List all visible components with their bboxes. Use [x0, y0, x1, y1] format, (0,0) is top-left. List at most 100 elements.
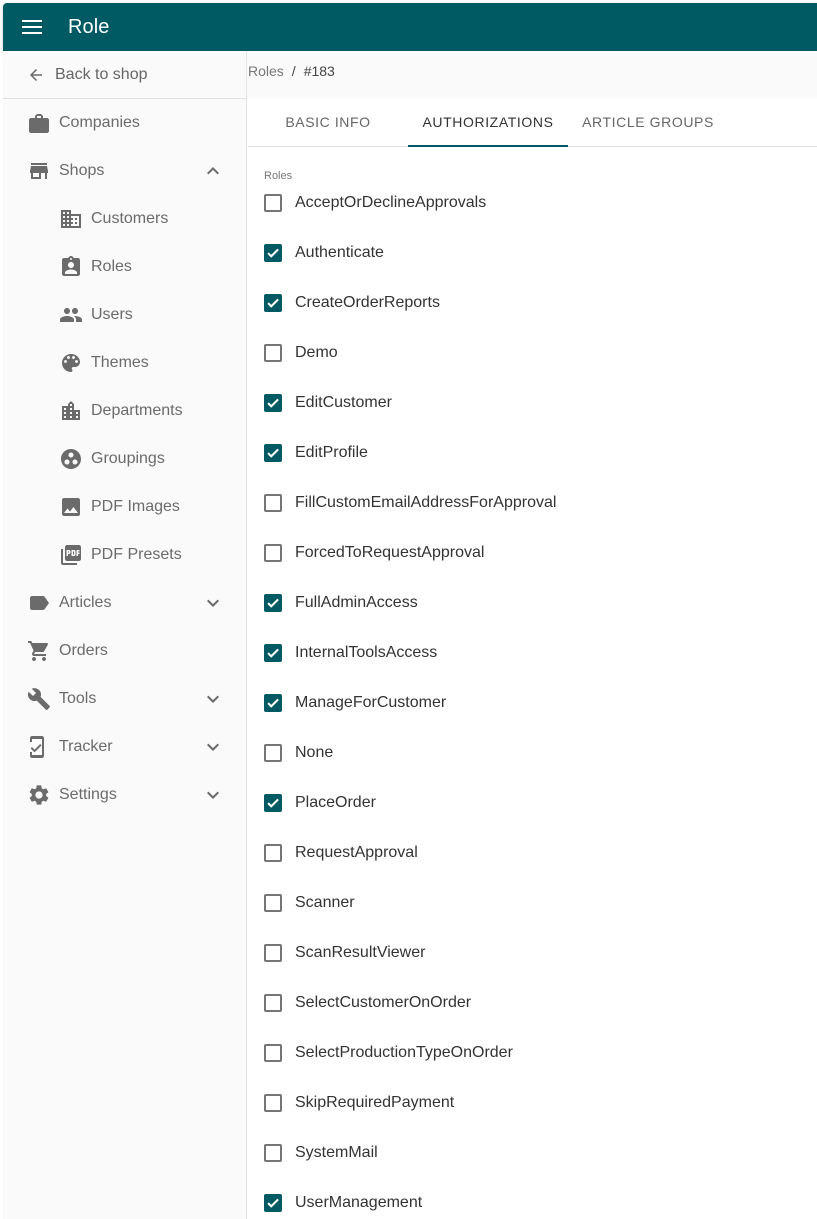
role-label: ScanResultViewer	[295, 944, 426, 961]
checkbox-checked[interactable]	[264, 1194, 282, 1212]
role-label: EditProfile	[295, 444, 368, 461]
sidebar-item-companies[interactable]: Companies	[3, 99, 246, 147]
pdf-icon	[59, 543, 83, 567]
checkbox-unchecked[interactable]	[264, 944, 282, 962]
role-label: FullAdminAccess	[295, 594, 418, 611]
sidebar-item-departments[interactable]: Departments	[3, 387, 246, 435]
sidebar-item-label: Tools	[59, 690, 97, 707]
checkbox-unchecked[interactable]	[264, 1144, 282, 1162]
checkbox-unchecked[interactable]	[264, 194, 282, 212]
sidebar-item-tools[interactable]: Tools	[3, 675, 246, 723]
sidebar-item-pdf-images[interactable]: PDF Images	[3, 483, 246, 531]
role-checkbox-row[interactable]: PlaceOrder	[264, 778, 804, 828]
role-label: None	[295, 744, 334, 761]
checkbox-checked[interactable]	[264, 244, 282, 262]
checkbox-unchecked[interactable]	[264, 344, 282, 362]
sidebar-item-label: Roles	[91, 258, 132, 275]
checkbox-unchecked[interactable]	[264, 544, 282, 562]
role-checkbox-row[interactable]: RequestApproval	[264, 828, 804, 878]
checkbox-checked[interactable]	[264, 294, 282, 312]
sidebar-item-users[interactable]: Users	[3, 291, 246, 339]
role-checkbox-row[interactable]: EditProfile	[264, 428, 804, 478]
checkbox-unchecked[interactable]	[264, 1044, 282, 1062]
city-icon	[59, 399, 83, 423]
role-checkbox-row[interactable]: FillCustomEmailAddressForApproval	[264, 478, 804, 528]
tab-basic-info-label: BASIC INFO	[285, 114, 371, 130]
role-checkbox-row[interactable]: SkipRequiredPayment	[264, 1078, 804, 1128]
check-icon	[267, 298, 279, 308]
sidebar-item-customers[interactable]: Customers	[3, 195, 246, 243]
menu-icon[interactable]	[20, 15, 44, 39]
tab-basic-info[interactable]: BASIC INFO	[248, 98, 408, 146]
image-icon	[59, 495, 83, 519]
sidebar-item-tracker[interactable]: Tracker	[3, 723, 246, 771]
role-label: ManageForCustomer	[295, 694, 447, 711]
role-checkbox-row[interactable]: ManageForCustomer	[264, 678, 804, 728]
sidebar-item-label: Themes	[91, 354, 149, 371]
tab-article-groups[interactable]: ARTICLE GROUPS	[568, 98, 728, 146]
sidebar-item-shops[interactable]: Shops	[3, 147, 246, 195]
role-checkbox-row[interactable]: EditCustomer	[264, 378, 804, 428]
role-label: SelectProductionTypeOnOrder	[295, 1044, 513, 1061]
sidebar-item-articles[interactable]: Articles	[3, 579, 246, 627]
breadcrumb-parent[interactable]: Roles	[248, 63, 284, 79]
checkbox-unchecked[interactable]	[264, 1094, 282, 1112]
check-icon	[267, 698, 279, 708]
checkbox-checked[interactable]	[264, 794, 282, 812]
role-checkbox-row[interactable]: SelectProductionTypeOnOrder	[264, 1028, 804, 1078]
checkbox-checked[interactable]	[264, 694, 282, 712]
checkbox-checked[interactable]	[264, 644, 282, 662]
sidebar-item-groupings[interactable]: Groupings	[3, 435, 246, 483]
checkbox-unchecked[interactable]	[264, 894, 282, 912]
sidebar-item-settings[interactable]: Settings	[3, 771, 246, 819]
back-to-shop-label: Back to shop	[55, 65, 148, 83]
role-checkbox-row[interactable]: SelectCustomerOnOrder	[264, 978, 804, 1028]
role-label: EditCustomer	[295, 394, 392, 411]
sidebar-item-label: PDF Presets	[91, 546, 182, 563]
role-checkbox-row[interactable]: UserManagement	[264, 1178, 804, 1219]
role-checkbox-row[interactable]: CreateOrderReports	[264, 278, 804, 328]
back-to-shop-link[interactable]: Back to shop	[3, 51, 246, 99]
checkbox-checked[interactable]	[264, 394, 282, 412]
role-checkbox-row[interactable]: AcceptOrDeclineApprovals	[264, 178, 804, 228]
role-label: UserManagement	[295, 1194, 423, 1211]
checkbox-unchecked[interactable]	[264, 494, 282, 512]
role-checkbox-row[interactable]: Demo	[264, 328, 804, 378]
chevron-down-icon[interactable]	[201, 591, 225, 615]
sidebar-item-label: Articles	[59, 594, 112, 611]
chevron-down-icon[interactable]	[201, 735, 225, 759]
chevron-up-icon[interactable]	[201, 159, 225, 183]
sidebar-item-label: Orders	[59, 642, 108, 659]
sidebar-item-roles[interactable]: Roles	[3, 243, 246, 291]
arrow-left-icon	[30, 68, 42, 81]
chevron-down-icon[interactable]	[201, 783, 225, 807]
sidebar-item-themes[interactable]: Themes	[3, 339, 246, 387]
tab-article-groups-label: ARTICLE GROUPS	[582, 114, 714, 130]
sidebar-item-label: Departments	[91, 402, 183, 419]
chevron-down-icon[interactable]	[201, 687, 225, 711]
breadcrumb-current: #183	[303, 63, 335, 79]
store-icon	[27, 159, 51, 183]
checkbox-unchecked[interactable]	[264, 744, 282, 762]
check-icon	[267, 648, 279, 658]
checkbox-checked[interactable]	[264, 444, 282, 462]
role-checkbox-row[interactable]: ScanResultViewer	[264, 928, 804, 978]
workspaces-icon	[59, 447, 83, 471]
sidebar-item-pdf-presets[interactable]: PDF Presets	[3, 531, 246, 579]
checkbox-checked[interactable]	[264, 594, 282, 612]
badge-icon	[59, 255, 83, 279]
check-icon	[267, 598, 279, 608]
sidebar-item-label: Settings	[59, 786, 117, 803]
role-checkbox-row[interactable]: Authenticate	[264, 228, 804, 278]
role-checkbox-row[interactable]: Scanner	[264, 878, 804, 928]
tab-authorizations[interactable]: AUTHORIZATIONS	[408, 98, 568, 147]
checkbox-unchecked[interactable]	[264, 844, 282, 862]
role-checkbox-row[interactable]: None	[264, 728, 804, 778]
sidebar-item-orders[interactable]: Orders	[3, 627, 246, 675]
role-checkbox-row[interactable]: InternalToolsAccess	[264, 628, 804, 678]
role-checkbox-row[interactable]: ForcedToRequestApproval	[264, 528, 804, 578]
page-title: Role	[68, 15, 110, 38]
role-checkbox-row[interactable]: FullAdminAccess	[264, 578, 804, 628]
role-checkbox-row[interactable]: SystemMail	[264, 1128, 804, 1178]
checkbox-unchecked[interactable]	[264, 994, 282, 1012]
